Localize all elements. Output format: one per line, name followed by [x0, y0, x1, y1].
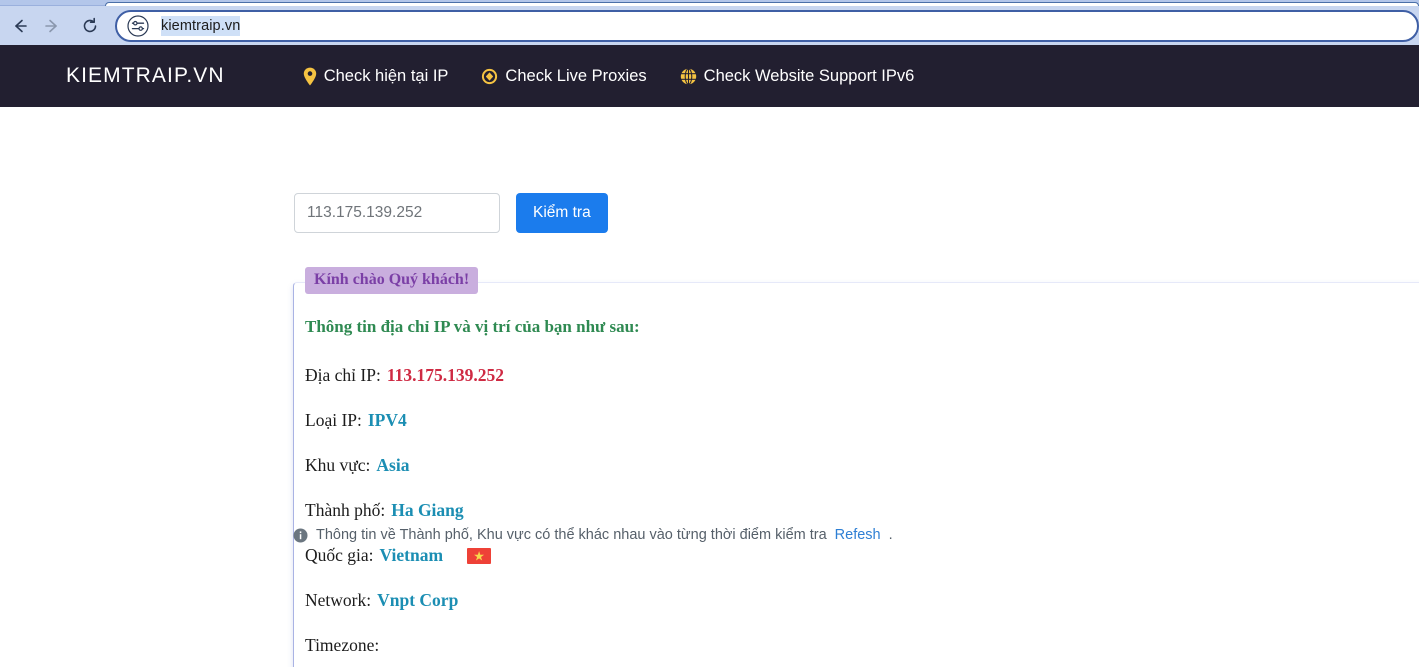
info-value: IPV4 — [367, 410, 407, 430]
nav-link-label: Check hiện tại IP — [323, 66, 449, 85]
info-row-network: Network: Vnpt Corp — [305, 590, 1419, 611]
info-value: Ha Giang — [391, 500, 464, 520]
vietnam-flag-icon: ★ — [467, 547, 492, 564]
info-row-city: Thành phố: Ha Giang — [305, 500, 1419, 521]
info-label: Network: — [305, 590, 372, 610]
address-bar[interactable]: kiemtraip.vn — [115, 9, 1419, 42]
reload-icon — [81, 17, 99, 35]
info-row-region: Khu vực: Asia — [305, 455, 1419, 476]
check-button[interactable]: Kiểm tra — [516, 193, 608, 233]
info-label: Timezone: — [305, 635, 380, 655]
location-pin-icon — [303, 67, 317, 86]
refresh-link[interactable]: Refesh — [835, 527, 881, 543]
info-value: 113.175.139.252 — [386, 365, 504, 385]
nav-link-check-live-proxies[interactable]: Check Live Proxies — [481, 66, 647, 86]
ip-check-form: Kiểm tra — [294, 193, 608, 233]
info-label: Địa chỉ IP: — [305, 365, 381, 385]
target-circle-icon — [481, 68, 498, 85]
flag-star-icon: ★ — [473, 548, 485, 563]
forward-button[interactable] — [36, 10, 68, 42]
nav-link-check-current-ip[interactable]: Check hiện tại IP — [303, 66, 449, 86]
nav-link-label: Check Website Support IPv6 — [703, 66, 915, 85]
info-row-country: Quốc gia: Vietnam ★ — [305, 545, 1419, 566]
footnote-period: . — [888, 527, 893, 543]
info-row-ip-address: Địa chỉ IP: 113.175.139.252 — [305, 365, 1419, 386]
back-button[interactable] — [4, 10, 36, 42]
address-bar-text[interactable]: kiemtraip.vn — [161, 15, 241, 36]
result-heading: Thông tin địa chỉ IP và vị trí của bạn n… — [305, 317, 640, 336]
info-value: Asia — [376, 455, 410, 475]
ip-input[interactable] — [294, 193, 500, 233]
footnote: Thông tin về Thành phố, Khu vực có thể k… — [293, 527, 893, 543]
info-label: Thành phố: — [305, 500, 386, 520]
info-value: Vietnam — [379, 545, 444, 565]
browser-chrome: kiemtraip.vn — [0, 0, 1419, 45]
greeting-badge: Kính chào Quý khách! — [305, 267, 479, 294]
globe-icon — [680, 67, 697, 85]
site-navbar: KIEMTRAIP.VN Check hiện tại IP Check Liv… — [0, 45, 1419, 107]
info-circle-icon — [293, 528, 308, 543]
forward-arrow-icon — [43, 17, 61, 35]
nav-links: Check hiện tại IP Check Live Proxies Che… — [303, 66, 915, 86]
info-value: Vnpt Corp — [377, 590, 459, 610]
tune-sliders-icon[interactable] — [125, 13, 151, 39]
info-label: Khu vực: — [305, 455, 371, 475]
result-panel: Kính chào Quý khách! Thông tin địa chỉ I… — [293, 267, 1419, 667]
info-row-ip-type: Loại IP: IPV4 — [305, 410, 1419, 431]
page-content: Kiểm tra Kính chào Quý khách! Thông tin … — [0, 107, 1419, 667]
brand-logo[interactable]: KIEMTRAIP.VN — [66, 64, 225, 88]
reload-button[interactable] — [74, 10, 106, 42]
back-arrow-icon — [11, 17, 29, 35]
info-row-timezone: Timezone: — [305, 635, 1419, 656]
nav-link-label: Check Live Proxies — [505, 66, 647, 85]
result-card: Kính chào Quý khách! Thông tin địa chỉ I… — [293, 267, 1419, 667]
footnote-text: Thông tin về Thành phố, Khu vực có thể k… — [316, 527, 827, 543]
info-label: Quốc gia: — [305, 545, 374, 565]
info-label: Loại IP: — [305, 410, 362, 430]
nav-link-check-website-ipv6[interactable]: Check Website Support IPv6 — [680, 66, 915, 86]
browser-toolbar: kiemtraip.vn — [0, 6, 1419, 45]
